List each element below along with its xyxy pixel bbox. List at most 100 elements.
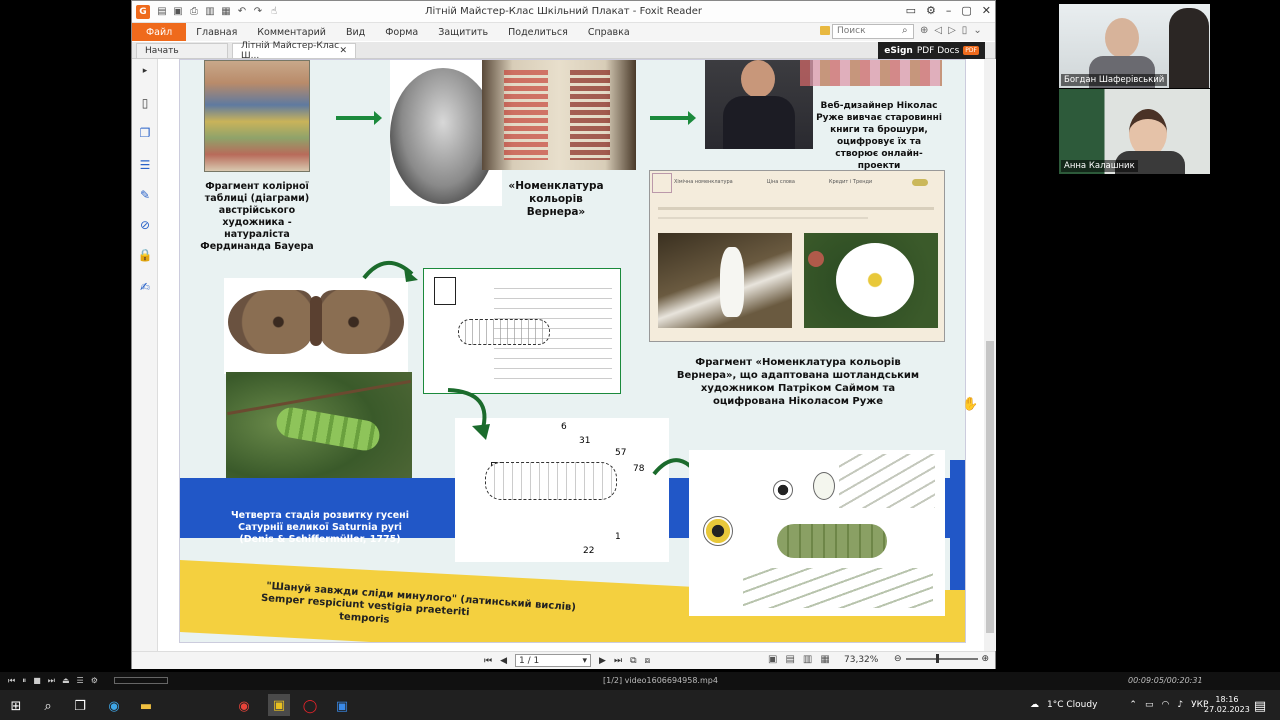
- foxit-taskbar-icon[interactable]: ▣: [268, 694, 290, 716]
- menu-home[interactable]: Главная: [186, 27, 247, 38]
- first-page-icon[interactable]: ⏮: [484, 656, 492, 666]
- search-icon[interactable]: ⌕: [902, 25, 908, 36]
- website-header-item-1: Хімічна номенклатура: [674, 179, 733, 185]
- zoom-out-icon[interactable]: ⊖: [894, 654, 902, 664]
- stop-icon[interactable]: ■: [33, 676, 41, 686]
- menu-comment[interactable]: Комментарий: [247, 27, 336, 38]
- menu-file[interactable]: Файл: [132, 23, 187, 41]
- quick-access-toolbar: ▤ ▣ ⎙ ▥ ▦ ↶ ↷ ☝: [156, 6, 280, 18]
- menu-protect[interactable]: Защитить: [428, 27, 498, 38]
- layers-icon[interactable]: ❐: [137, 125, 153, 141]
- continuous-icon[interactable]: ▤: [785, 654, 794, 665]
- bookmarks-icon[interactable]: ☰: [137, 157, 153, 173]
- tab-close-icon[interactable]: ✕: [339, 46, 347, 56]
- close-icon[interactable]: ✕: [982, 4, 991, 17]
- weather-text[interactable]: 1°C Cloudy: [1047, 700, 1097, 710]
- video-player-bar: ⏮ ⏸ ■ ⏭ ⏏ ☰ ⚙ [1/2] video1606694958.mp4 …: [0, 672, 1280, 690]
- edge-icon[interactable]: ◉: [106, 698, 122, 714]
- forward-icon[interactable]: ▷: [948, 25, 956, 36]
- print-icon[interactable]: ⎙: [188, 6, 200, 18]
- esign-button[interactable]: eSign PDF Docs PDF: [878, 42, 985, 59]
- taskbar-search-icon[interactable]: ⌕: [40, 698, 56, 714]
- participant-1-second-person: [1169, 8, 1209, 88]
- foxit-app-icon[interactable]: G: [136, 4, 150, 19]
- scan-icon[interactable]: ▥: [204, 6, 216, 18]
- ribbon-toggle-icon[interactable]: ▭: [906, 4, 916, 17]
- zoom-in-icon[interactable]: ⊕: [982, 654, 990, 664]
- signature-icon[interactable]: ✍: [137, 279, 153, 295]
- ribbon-nav-icons: ⊕ ◁ ▷ ▯ ⌄: [920, 25, 982, 36]
- media-player-icon[interactable]: ▣: [334, 698, 350, 714]
- facing-icon[interactable]: ▥: [803, 654, 812, 665]
- volume-bar[interactable]: [114, 677, 168, 684]
- next-icon[interactable]: ⏭: [48, 676, 55, 686]
- zoom-track[interactable]: [905, 654, 978, 663]
- tray-chevron-icon[interactable]: ⌃: [1129, 700, 1137, 710]
- clock[interactable]: 18:16 27.02.2023: [1204, 695, 1250, 715]
- notifications-icon[interactable]: ▤: [1252, 698, 1268, 714]
- document-view[interactable]: Фрагмент колірної таблиці (діаграми) авс…: [159, 59, 981, 651]
- save-icon[interactable]: ▣: [172, 6, 184, 18]
- tool-icon[interactable]: ▦: [220, 6, 232, 18]
- windows-start-icon[interactable]: ⊞: [8, 698, 24, 714]
- participant-video-2[interactable]: Анна Калашник: [1059, 89, 1210, 174]
- prev-page-icon[interactable]: ◀: [500, 656, 507, 666]
- folder-icon[interactable]: [820, 26, 830, 35]
- wifi-icon[interactable]: ◠: [1161, 700, 1169, 710]
- zoom-knob[interactable]: [935, 654, 939, 663]
- attachment-icon[interactable]: ⊘: [137, 217, 153, 233]
- participant-video-1[interactable]: Богдан Шаферівський: [1059, 4, 1210, 88]
- minimize-icon[interactable]: –: [946, 4, 952, 17]
- network-icon[interactable]: ▭: [1145, 700, 1154, 710]
- open-icon[interactable]: ▤: [156, 6, 168, 18]
- page-number-input[interactable]: 1 / 1 ▾: [515, 654, 592, 667]
- settings-gear-icon[interactable]: ⚙: [91, 676, 98, 686]
- fit-page-icon[interactable]: ⧈: [645, 656, 651, 666]
- werner-swatches-right: [570, 70, 610, 160]
- file-explorer-icon[interactable]: ▬: [138, 698, 154, 714]
- caterpillar-diagram-1: [423, 268, 621, 394]
- task-view-icon[interactable]: ❐: [72, 698, 88, 714]
- weather-icon[interactable]: ☁: [1030, 700, 1039, 710]
- pin-icon[interactable]: ▯: [962, 25, 968, 36]
- back-icon[interactable]: ◁: [934, 25, 942, 36]
- volume-icon[interactable]: ♪: [1177, 700, 1183, 710]
- scrollbar-thumb[interactable]: [986, 341, 994, 633]
- expand-panel-icon[interactable]: ▸: [137, 63, 153, 79]
- settings-icon[interactable]: ⊕: [920, 25, 928, 36]
- security-lock-icon[interactable]: 🔒: [137, 247, 153, 263]
- expand-icon[interactable]: ⌄: [973, 25, 981, 36]
- continuous-facing-icon[interactable]: ▦: [820, 654, 829, 665]
- comments-icon[interactable]: ✎: [137, 187, 153, 203]
- menu-view[interactable]: Вид: [336, 27, 375, 38]
- opera-icon[interactable]: ◯: [302, 698, 318, 714]
- zoom-slider[interactable]: ⊖ ⊕: [894, 654, 989, 664]
- menu-share[interactable]: Поделиться: [498, 27, 578, 38]
- menu-help[interactable]: Справка: [578, 27, 640, 38]
- page-thumbnails-icon[interactable]: ▯: [137, 95, 153, 111]
- zoom-level: 73,32%: [844, 655, 879, 665]
- tab-start[interactable]: Начать: [136, 43, 228, 58]
- pause-icon[interactable]: ⏸: [22, 676, 26, 686]
- label-1: 1: [615, 532, 621, 542]
- maximize-icon[interactable]: ▢: [961, 4, 971, 17]
- caption-fragment: Фрагмент «Номенклатура кольорів Вернера»…: [676, 357, 920, 407]
- redo-icon[interactable]: ↷: [252, 6, 264, 18]
- chrome-icon[interactable]: ◉: [236, 698, 252, 714]
- playlist-icon[interactable]: ☰: [77, 676, 84, 686]
- vertical-scrollbar[interactable]: [984, 59, 996, 651]
- hand-tool-icon[interactable]: ☝: [268, 6, 280, 18]
- options-icon[interactable]: ⚙: [926, 4, 936, 17]
- undo-icon[interactable]: ↶: [236, 6, 248, 18]
- tab-document[interactable]: Літній Майстер-Клас Ш... ✕: [232, 41, 356, 61]
- next-page-icon[interactable]: ▶: [599, 656, 606, 666]
- single-page-icon[interactable]: ▣: [768, 654, 777, 665]
- participant-1-face: [1105, 18, 1139, 58]
- copy-page-icon[interactable]: ⧉: [630, 656, 636, 666]
- last-page-icon[interactable]: ⏭: [614, 656, 622, 666]
- menu-form[interactable]: Форма: [375, 27, 428, 38]
- eject-icon[interactable]: ⏏: [62, 676, 70, 686]
- prev-frame-icon[interactable]: ⏮: [8, 676, 15, 686]
- chevron-down-icon[interactable]: ▾: [583, 656, 588, 666]
- werner-book-image: [482, 60, 636, 170]
